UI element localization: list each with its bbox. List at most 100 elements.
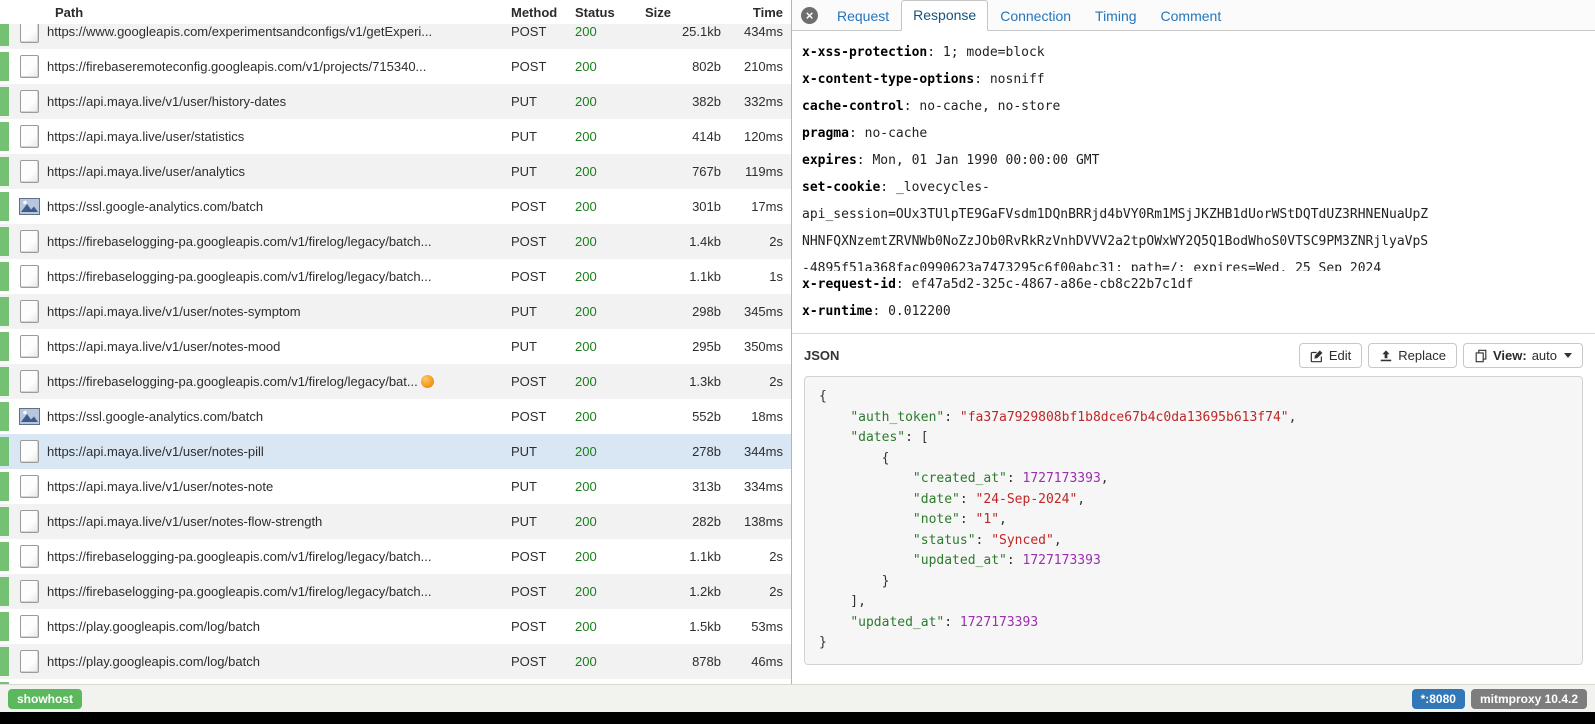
response-headers-list: x-xss-protection: 1; mode=blockx-content… — [792, 31, 1595, 333]
flow-path: https://firebaselogging-pa.googleapis.co… — [47, 269, 511, 284]
column-header-path[interactable]: Path — [47, 5, 511, 20]
flow-time: 334ms — [721, 479, 791, 494]
flow-status: 200 — [575, 409, 637, 424]
flow-row[interactable]: https://firebaselogging-pa.googleapis.co… — [0, 539, 791, 574]
tls-indicator — [0, 364, 11, 399]
column-header-status[interactable]: Status — [575, 5, 637, 20]
tls-indicator — [0, 189, 11, 224]
flow-size: 298b — [637, 304, 721, 319]
flow-status: 200 — [575, 234, 637, 249]
flow-path: https://ssl.google-analytics.com/batch — [47, 409, 511, 424]
tls-indicator — [0, 504, 11, 539]
flow-row[interactable]: https://firebaseremoteconfig.googleapis.… — [0, 49, 791, 84]
edit-button[interactable]: Edit — [1299, 343, 1362, 368]
tab-request[interactable]: Request — [825, 1, 901, 31]
column-header-size[interactable]: Size — [637, 5, 721, 20]
flow-path: https://api.maya.live/user/statistics — [47, 129, 511, 144]
caret-down-icon — [1564, 353, 1572, 358]
flow-time: 46ms — [721, 654, 791, 669]
tls-indicator — [0, 644, 11, 679]
flow-status: 200 — [575, 339, 637, 354]
status-badge-mitmproxy-10-4-2[interactable]: mitmproxy 10.4.2 — [1471, 689, 1587, 709]
status-badge--8080[interactable]: *:8080 — [1412, 689, 1465, 709]
tls-indicator — [0, 539, 11, 574]
flow-row[interactable]: https://api.maya.live/v1/user/notes-pill… — [0, 434, 791, 469]
flow-method: PUT — [511, 479, 575, 494]
response-content-section: JSON Edit — [792, 333, 1595, 677]
replace-button[interactable]: Replace — [1368, 343, 1457, 368]
flow-size: 1.3kb — [637, 374, 721, 389]
flow-row[interactable]: https://api.maya.live/user/statisticsPUT… — [0, 119, 791, 154]
main-area: https://www.googleapis.com/experimentsan… — [0, 0, 1595, 684]
flow-method: POST — [511, 24, 575, 39]
flow-path: https://api.maya.live/v1/user/notes-flow… — [47, 514, 511, 529]
detail-body: x-xss-protection: 1; mode=blockx-content… — [792, 31, 1595, 684]
json-response-body[interactable]: { "auth_token": "fa37a7929808bf1b8dce67b… — [804, 376, 1583, 665]
flow-method: POST — [511, 269, 575, 284]
flow-method: POST — [511, 584, 575, 599]
flow-row[interactable]: https://ssl.google-analytics.com/batchPO… — [0, 189, 791, 224]
flow-path: https://firebaselogging-pa.googleapis.co… — [47, 549, 511, 564]
flow-row[interactable]: https://api.maya.live/v1/user/notes-note… — [0, 469, 791, 504]
flow-row[interactable] — [0, 679, 791, 684]
document-icon — [11, 230, 47, 253]
tab-connection[interactable]: Connection — [988, 1, 1083, 31]
response-header-pragma: pragma: no-cache — [802, 120, 1585, 147]
document-icon — [11, 370, 47, 393]
flow-row[interactable]: https://api.maya.live/user/analyticsPUT2… — [0, 154, 791, 189]
response-header-set-cookie: set-cookie: _lovecycles-api_session=OUx3… — [802, 174, 1585, 271]
document-icon — [11, 510, 47, 533]
tab-response[interactable]: Response — [901, 0, 988, 31]
flow-method: POST — [511, 234, 575, 249]
flow-path: https://api.maya.live/v1/user/notes-symp… — [47, 304, 511, 319]
status-badges-right: *:8080 mitmproxy 10.4.2 — [1412, 689, 1587, 709]
flow-status: 200 — [575, 654, 637, 669]
flow-status: 200 — [575, 304, 637, 319]
response-header-x-request-id: x-request-id: ef47a5d2-325c-4867-a86e-cb… — [802, 271, 1585, 298]
flow-size: 1.4kb — [637, 234, 721, 249]
document-icon — [11, 475, 47, 498]
flow-size: 414b — [637, 129, 721, 144]
flow-path: https://ssl.google-analytics.com/batch — [47, 199, 511, 214]
edit-pencil-icon — [1310, 349, 1324, 363]
flow-status: 200 — [575, 129, 637, 144]
flow-time: 119ms — [721, 164, 791, 179]
status-badge-showhost[interactable]: showhost — [8, 689, 82, 709]
tls-indicator — [0, 259, 11, 294]
flow-path: https://firebaselogging-pa.googleapis.co… — [47, 374, 511, 389]
flow-row[interactable]: https://firebaselogging-pa.googleapis.co… — [0, 259, 791, 294]
column-header-method[interactable]: Method — [511, 5, 575, 20]
tab-timing[interactable]: Timing — [1083, 1, 1149, 31]
flow-row[interactable]: https://api.maya.live/v1/user/notes-symp… — [0, 294, 791, 329]
flow-row[interactable]: https://ssl.google-analytics.com/batchPO… — [0, 399, 791, 434]
flow-path: https://www.googleapis.com/experimentsan… — [47, 24, 511, 39]
response-header-x-xss-protection: x-xss-protection: 1; mode=block — [802, 39, 1585, 66]
close-icon[interactable]: × — [801, 7, 818, 24]
flow-row[interactable]: https://firebaselogging-pa.googleapis.co… — [0, 224, 791, 259]
flow-row[interactable]: https://firebaselogging-pa.googleapis.co… — [0, 574, 791, 609]
flow-row[interactable]: https://firebaselogging-pa.googleapis.co… — [0, 364, 791, 399]
flow-time: 138ms — [721, 514, 791, 529]
flow-row[interactable]: https://api.maya.live/v1/user/notes-mood… — [0, 329, 791, 364]
flow-status: 200 — [575, 619, 637, 634]
document-icon — [11, 335, 47, 358]
tls-indicator — [0, 679, 11, 684]
tls-indicator — [0, 399, 11, 434]
tab-comment[interactable]: Comment — [1149, 1, 1234, 31]
flow-size: 382b — [637, 94, 721, 109]
view-mode-button[interactable]: View: auto — [1463, 343, 1583, 368]
flow-status: 200 — [575, 514, 637, 529]
flow-path: https://firebaselogging-pa.googleapis.co… — [47, 584, 511, 599]
flow-status: 200 — [575, 374, 637, 389]
flow-time: 18ms — [721, 409, 791, 424]
flow-status: 200 — [575, 549, 637, 564]
status-badges-left: showhost — [8, 689, 82, 709]
flow-row[interactable]: https://api.maya.live/v1/user/history-da… — [0, 84, 791, 119]
content-view-bar: JSON Edit — [804, 343, 1583, 368]
flow-time: 120ms — [721, 129, 791, 144]
flow-row[interactable]: https://play.googleapis.com/log/batchPOS… — [0, 609, 791, 644]
flow-status: 200 — [575, 24, 637, 39]
flow-row[interactable]: https://play.googleapis.com/log/batchPOS… — [0, 644, 791, 679]
flow-row[interactable]: https://api.maya.live/v1/user/notes-flow… — [0, 504, 791, 539]
column-header-time[interactable]: Time — [721, 5, 791, 20]
